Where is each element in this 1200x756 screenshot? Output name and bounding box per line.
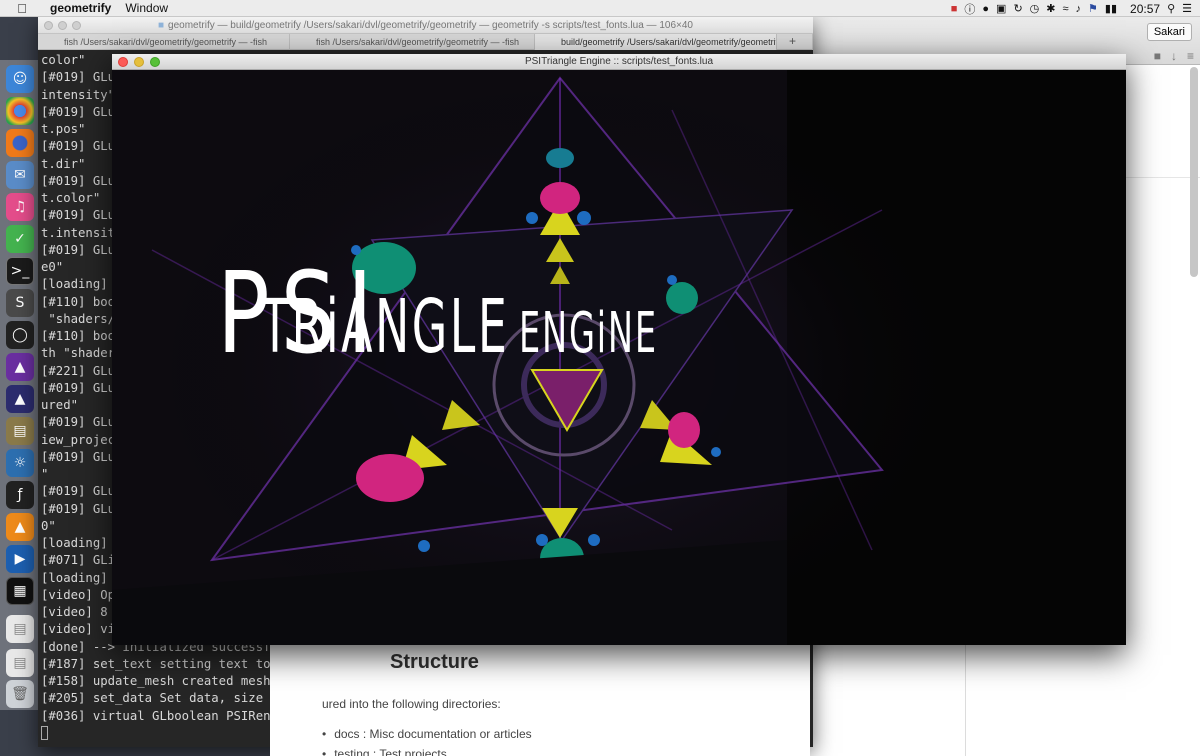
dock: ☺ ✉ ♫ ✓ >_ S ◯ ▲ ▲ ▤ ☼ ƒ ▲ ▶ ▦ ▤ ▤ 🗑 <box>0 60 40 710</box>
game-title: PSITriangle Engine :: scripts/test_fonts… <box>524 56 714 67</box>
firefox-icon[interactable] <box>6 129 34 157</box>
document-icon[interactable]: ▤ <box>6 649 34 677</box>
zoom-button[interactable] <box>72 21 81 30</box>
list-item: docs : Misc documentation or articles <box>322 727 531 741</box>
time-machine-icon[interactable]: ◷ <box>1030 2 1040 15</box>
download-icon[interactable]: ↓ <box>1171 49 1177 63</box>
game-titlebar[interactable]: PSITriangle Engine :: scripts/test_fonts… <box>112 54 1126 70</box>
user-profile-button[interactable]: Sakari <box>1146 23 1192 41</box>
calendar-icon[interactable]: ■ <box>951 3 958 15</box>
menu-bar:  geometrify Window ■ ⓘ ● ▣ ↻ ◷ ✱ ≈ ♪ ⚑ … <box>0 0 1200 17</box>
logo-text: PSI TRiANGLE ENGiNE <box>217 249 751 379</box>
info-icon[interactable]: ⓘ <box>964 1 975 17</box>
battery-icon[interactable]: ▮▮ <box>1105 2 1117 15</box>
doc-paragraph: ured into the following directories: <box>322 697 501 711</box>
tab-bar: fish /Users/sakari/dvl/geometrify/geomet… <box>38 34 813 50</box>
status-area: ■ ⓘ ● ▣ ↻ ◷ ✱ ≈ ♪ ⚑ ▮▮ 20:57 ⚲ ☰ <box>951 0 1192 17</box>
bluetooth-icon[interactable]: ✱ <box>1046 2 1055 15</box>
app-icon[interactable]: ▲ <box>6 353 34 381</box>
vlc-icon[interactable]: ▲ <box>6 513 34 541</box>
volume-icon[interactable]: ♪ <box>1076 3 1082 15</box>
document-page: Structure ured into the following direct… <box>270 645 810 756</box>
clock[interactable]: 20:57 <box>1130 2 1160 16</box>
extension-icon[interactable]: ■ <box>1154 49 1161 63</box>
itunes-icon[interactable]: ♫ <box>6 193 34 221</box>
terminal-icon[interactable]: >_ <box>6 257 34 285</box>
slack-icon[interactable]: S <box>6 289 34 317</box>
minimize-button[interactable] <box>134 57 144 67</box>
notes-icon[interactable]: ▤ <box>6 417 34 445</box>
display-icon[interactable]: ▣ <box>996 2 1006 15</box>
finder-icon[interactable]: ☺ <box>6 65 34 93</box>
tab-fish-2[interactable]: fish /Users/sakari/dvl/geometrify/geomet… <box>290 34 535 50</box>
tab-geometrify[interactable]: build/geometrify /Users/sakari/dvl/geome… <box>535 34 777 50</box>
menu-icon[interactable]: ≡ <box>1187 49 1194 63</box>
video-app-icon[interactable]: ▶ <box>6 545 34 573</box>
game-window: PSITriangle Engine :: scripts/test_fonts… <box>112 54 1126 645</box>
tab-fish-1[interactable]: fish /Users/sakari/dvl/geometrify/geomet… <box>38 34 290 50</box>
new-tab-button[interactable]: + <box>777 34 813 50</box>
doc-list: docs : Misc documentation or articles te… <box>322 727 532 756</box>
thunderbird-icon[interactable]: ✉ <box>6 161 34 189</box>
list-item: testing : Test projects <box>322 747 532 756</box>
folder-icon: ■ <box>158 19 165 31</box>
close-button[interactable] <box>44 21 53 30</box>
logo-part-triangle: TRiANGLE <box>260 284 509 370</box>
affinity-icon[interactable]: ▲ <box>6 385 34 413</box>
evernote-icon[interactable]: ● <box>982 3 989 15</box>
flag-icon[interactable]: ⚑ <box>1088 2 1098 15</box>
logo-part-engine: ENGiNE <box>519 301 659 366</box>
trash-icon[interactable]: 🗑 <box>6 680 34 708</box>
list-icon[interactable]: ☰ <box>1182 2 1192 15</box>
ableton-live-icon[interactable]: ◯ <box>6 321 34 349</box>
apple-icon[interactable]:  <box>12 1 32 16</box>
console-icon[interactable]: ▦ <box>6 577 34 605</box>
after-effects-icon[interactable]: ƒ <box>6 481 34 509</box>
app-menu[interactable]: geometrify <box>50 1 111 15</box>
terminal-titlebar[interactable]: ■ geometrify — build/geometrify /Users/s… <box>38 17 813 34</box>
chrome-icon[interactable] <box>6 97 34 125</box>
zoom-button[interactable] <box>150 57 160 67</box>
window-menu[interactable]: Window <box>125 1 168 15</box>
document-icon[interactable]: ▤ <box>6 615 34 643</box>
section-heading: Structure <box>390 651 479 673</box>
sync-icon[interactable]: ↻ <box>1013 2 1022 15</box>
close-button[interactable] <box>118 57 128 67</box>
search-icon[interactable]: ⚲ <box>1167 2 1175 15</box>
terminal-title: geometrify — build/geometrify /Users/sak… <box>168 19 693 31</box>
vim-icon[interactable]: ✓ <box>6 225 34 253</box>
scrollbar[interactable] <box>1190 67 1198 277</box>
network-icon[interactable]: ☼ <box>6 449 34 477</box>
wifi-icon[interactable]: ≈ <box>1063 3 1069 15</box>
minimize-button[interactable] <box>58 21 67 30</box>
